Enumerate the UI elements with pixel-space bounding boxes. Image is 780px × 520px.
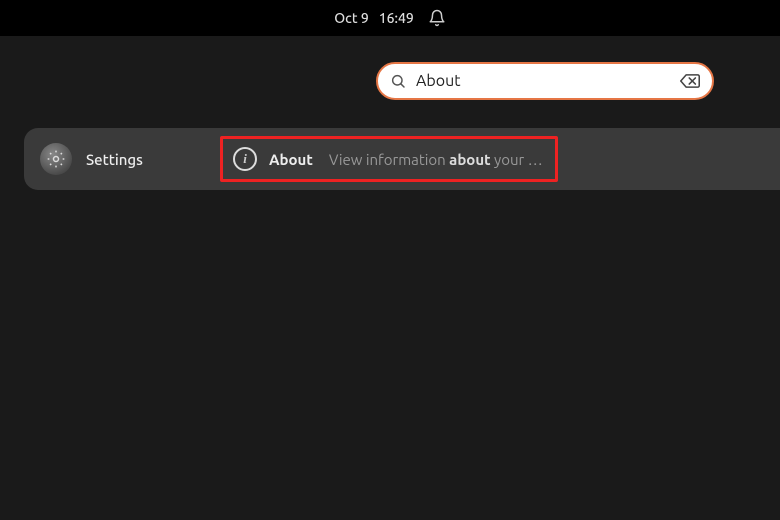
search-area	[0, 36, 780, 100]
result-title: About	[269, 151, 313, 168]
result-description: View information about your syst…	[329, 151, 545, 168]
search-results-panel: Settings i About View information about …	[24, 128, 780, 190]
time-label: 16:49	[379, 10, 414, 26]
search-result-about[interactable]: i About View information about your syst…	[220, 136, 558, 182]
date-label: Oct 9	[334, 10, 369, 26]
notification-bell-icon[interactable]	[428, 9, 446, 27]
info-icon: i	[233, 147, 257, 171]
top-bar: Oct 9 16:49	[0, 0, 780, 36]
search-input[interactable]	[416, 72, 670, 90]
settings-app-icon[interactable]	[40, 143, 72, 175]
search-box[interactable]	[376, 62, 714, 100]
search-icon	[390, 73, 406, 89]
clear-search-icon[interactable]	[680, 73, 700, 89]
datetime[interactable]: Oct 9 16:49	[334, 10, 414, 26]
settings-app-label[interactable]: Settings	[86, 151, 143, 168]
